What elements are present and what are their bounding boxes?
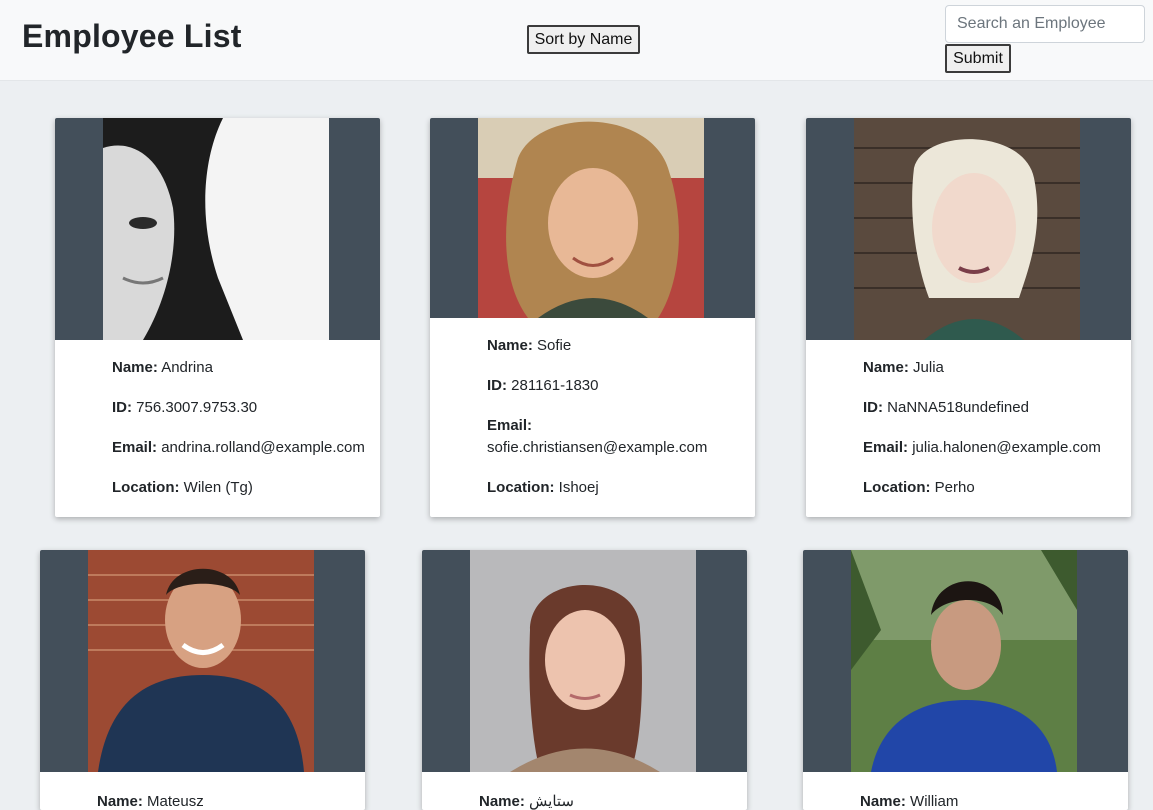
sort-by-name-button[interactable]: Sort by Name: [527, 25, 640, 54]
employee-photo: [88, 550, 314, 772]
employee-email: julia.halonen@example.com: [912, 439, 1101, 456]
location-label: Location:: [863, 479, 931, 496]
employee-card: Name: Andrina ID: 756.3007.9753.30 Email…: [55, 118, 380, 517]
search-input[interactable]: [945, 5, 1145, 43]
employee-id: 281161-1830: [511, 377, 599, 394]
employee-location: Ishoej: [558, 479, 599, 496]
employee-info: Name: ستایش: [422, 772, 747, 810]
email-row: Email: julia.halonen@example.com: [863, 437, 1121, 459]
email-row: Email: sofie.christiansen@example.com: [487, 415, 745, 459]
photo-frame: [55, 118, 380, 340]
employee-card: Name: Julia ID: NaNNA518undefined Email:…: [806, 118, 1131, 517]
employee-photo: [103, 118, 329, 340]
name-row: Name: William: [860, 791, 1118, 810]
name-label: Name:: [479, 793, 525, 810]
employee-info: Name: Sofie ID: 281161-1830 Email: sofie…: [430, 318, 755, 499]
photo-frame: [803, 550, 1128, 772]
employee-info: Name: William: [803, 772, 1128, 810]
id-label: ID:: [112, 399, 132, 416]
employee-location: Perho: [934, 479, 975, 496]
name-row: Name: Sofie: [487, 335, 745, 357]
employee-id: 756.3007.9753.30: [136, 399, 258, 416]
location-row: Location: Ishoej: [487, 477, 745, 499]
name-label: Name:: [863, 359, 909, 376]
id-row: ID: 756.3007.9753.30: [112, 397, 370, 419]
employee-name: ستایش: [529, 793, 574, 810]
employee-info: Name: Andrina ID: 756.3007.9753.30 Email…: [55, 340, 380, 499]
name-label: Name:: [97, 793, 143, 810]
email-row: Email: andrina.rolland@example.com: [112, 437, 370, 459]
name-row: Name: Julia: [863, 357, 1121, 379]
photo-frame: [806, 118, 1131, 340]
employee-card: Name: ستایش: [422, 550, 747, 810]
page-title: Employee List: [22, 18, 242, 54]
id-row: ID: 281161-1830: [487, 375, 745, 397]
photo-frame: [430, 118, 755, 318]
employee-photo: [851, 550, 1077, 772]
employee-photo: [478, 118, 704, 318]
photo-frame: [422, 550, 747, 772]
id-label: ID:: [863, 399, 883, 416]
employee-location: Wilen (Tg): [183, 479, 253, 496]
name-row: Name: Mateusz: [97, 791, 355, 810]
name-label: Name:: [487, 337, 533, 354]
employee-name: Sofie: [537, 337, 572, 354]
employee-card: Name: Sofie ID: 281161-1830 Email: sofie…: [430, 118, 755, 517]
employee-info: Name: Mateusz: [40, 772, 365, 810]
name-row: Name: ستایش: [479, 791, 737, 810]
employee-name: Mateusz: [147, 793, 204, 810]
location-row: Location: Wilen (Tg): [112, 477, 370, 499]
email-label: Email:: [863, 439, 909, 456]
email-label: Email:: [112, 439, 158, 456]
location-row: Location: Perho: [863, 477, 1121, 499]
submit-button[interactable]: Submit: [945, 44, 1011, 73]
employee-name: Julia: [913, 359, 944, 376]
employee-email: andrina.rolland@example.com: [161, 439, 365, 456]
id-row: ID: NaNNA518undefined: [863, 397, 1121, 419]
location-label: Location:: [112, 479, 180, 496]
employee-id: NaNNA518undefined: [887, 399, 1029, 416]
id-label: ID:: [487, 377, 507, 394]
photo-frame: [40, 550, 365, 772]
employee-card: Name: Mateusz: [40, 550, 365, 810]
page-header: Employee List Sort by Name Submit: [0, 0, 1153, 81]
email-label: Email:: [487, 417, 533, 434]
employee-photo: [470, 550, 696, 772]
name-label: Name:: [860, 793, 906, 810]
employee-name: Andrina: [161, 359, 213, 376]
employee-email: sofie.christiansen@example.com: [487, 439, 708, 456]
employee-info: Name: Julia ID: NaNNA518undefined Email:…: [806, 340, 1131, 499]
location-label: Location:: [487, 479, 555, 496]
employee-photo: [854, 118, 1080, 340]
employee-name: William: [910, 793, 959, 810]
employee-card: Name: William: [803, 550, 1128, 810]
name-row: Name: Andrina: [112, 357, 370, 379]
name-label: Name:: [112, 359, 158, 376]
